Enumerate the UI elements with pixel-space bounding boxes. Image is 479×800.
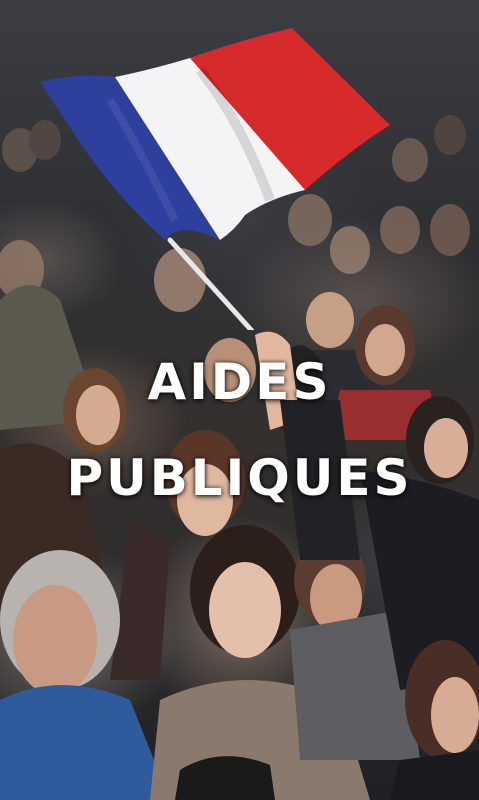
- french-flag: [40, 28, 390, 330]
- headline-line-1: AIDES: [147, 353, 332, 411]
- headline-line-2: PUBLIQUES: [66, 449, 413, 507]
- hero-image: AIDES PUBLIQUES: [0, 0, 479, 800]
- flag-pole: [167, 237, 255, 330]
